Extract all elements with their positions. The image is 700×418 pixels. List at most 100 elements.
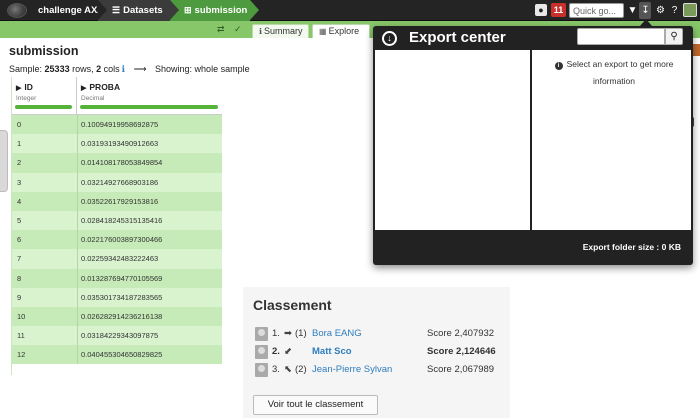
export-list[interactable] <box>375 50 530 230</box>
export-info-pane: i Select an export to get more informatio… <box>532 50 691 230</box>
column-name: ID <box>24 82 33 92</box>
table-row[interactable]: 12 0.040455304650829825 <box>12 345 222 365</box>
lineage-icon[interactable]: ⇄ <box>217 24 225 35</box>
table-row[interactable]: 8 0.013287694770105569 <box>12 268 222 288</box>
column-name: PROBA <box>89 82 121 92</box>
info-icon: i <box>554 62 563 70</box>
download-icon[interactable]: ↧ <box>639 3 652 18</box>
view-full-leaderboard-button[interactable]: Voir tout le classement <box>253 395 378 415</box>
cell-id: 0 <box>17 120 22 129</box>
table-row[interactable]: 3 0.03214927668903186 <box>12 172 222 192</box>
sample-rows-count: 25333 <box>44 64 70 74</box>
sample-info-icon[interactable]: ℹ <box>122 64 125 74</box>
arrow-down-left-icon: ⬋ <box>284 346 292 357</box>
table-row[interactable]: 6 0.022176003897300466 <box>12 230 222 250</box>
table-row[interactable]: 11 0.03184229343097875 <box>12 326 222 346</box>
entry-score: Score 2,124646 <box>427 346 496 357</box>
tab-explore[interactable]: ▦ Explore <box>312 24 370 38</box>
cell-proba: 0.014108178053849854 <box>81 158 163 168</box>
cell-proba: 0.02259342483222463 <box>81 254 159 264</box>
leaderboard-entry: 1. ➡ (1) Bora EANG Score 2,407932 <box>255 327 505 343</box>
column-header-proba[interactable]: ▶ PROBA Decimal <box>77 77 222 115</box>
cell-id: 8 <box>17 273 22 283</box>
export-center-title: Export center <box>409 29 506 46</box>
entry-name-link[interactable]: Bora EANG <box>312 328 362 339</box>
entry-name-link[interactable]: Matt Sco <box>312 346 352 357</box>
avatar <box>255 345 268 359</box>
tab-summary-label: Summary <box>264 26 303 36</box>
column-divider <box>77 230 78 250</box>
search-icon[interactable]: ⚲ <box>665 28 683 45</box>
export-search-input[interactable] <box>577 28 665 45</box>
cell-id: 1 <box>17 139 22 149</box>
cell-proba: 0.03522617929153816 <box>81 196 159 206</box>
column-quality-bar <box>80 105 218 109</box>
tab-summary[interactable]: ℹ Summary <box>252 24 309 38</box>
cell-proba: 0.03214927668903186 <box>81 177 159 187</box>
column-divider <box>77 115 78 135</box>
datasets-icon: ☰ <box>112 5 121 15</box>
entry-name-link[interactable]: Jean-Pierre Sylvan <box>312 364 392 375</box>
breadcrumb-datasets[interactable]: ☰ Datasets <box>98 0 176 21</box>
table-row[interactable]: 1 0.03193193490912663 <box>12 134 222 154</box>
arrow-right-icon: ➡ <box>284 328 292 339</box>
cell-proba: 0.03193193490912663 <box>81 139 159 149</box>
cell-proba: 0.10094919958692875 <box>81 120 159 129</box>
table-icon: ▦ <box>319 27 327 36</box>
quick-go-input[interactable] <box>569 3 624 18</box>
breadcrumb-project-label: challenge AXA <box>38 5 105 16</box>
cell-id: 12 <box>17 350 26 360</box>
cell-id: 3 <box>17 177 22 187</box>
column-divider <box>77 287 78 307</box>
table-row[interactable]: 5 0.028418245315135416 <box>12 210 222 231</box>
export-folder-size: Export folder size : 0 KB <box>582 242 681 252</box>
cell-proba: 0.028418245315135416 <box>81 215 163 225</box>
leaderboard-entry: 3. ⬉ (2) Jean-Pierre Sylvan Score 2,0679… <box>255 363 505 379</box>
column-divider <box>77 172 78 192</box>
user-icon[interactable]: ● <box>535 4 547 16</box>
table-row[interactable]: 7 0.02259342483222463 <box>12 249 222 269</box>
sample-rows-suffix: rows, <box>72 64 94 74</box>
entry-rank: 2. <box>272 346 280 357</box>
cell-proba: 0.03184229343097875 <box>81 331 159 341</box>
filter-icon[interactable]: ▼ <box>626 3 639 18</box>
column-divider <box>77 134 78 154</box>
sample-prefix: Sample: <box>9 64 43 74</box>
gear-icon[interactable]: ⚙ <box>654 3 667 18</box>
data-table: ▶ ID Integer ▶ PROBA Decimal 0 0.1009491995… <box>11 77 222 375</box>
table-row[interactable]: 9 0.035301734187283565 <box>12 287 222 307</box>
notifications-badge[interactable]: 11 <box>551 3 566 17</box>
table-body: 0 0.10094919958692875 1 0.03193193490912663… <box>12 115 222 365</box>
cell-id: 2 <box>17 158 22 168</box>
avatar[interactable] <box>683 3 697 17</box>
column-divider <box>77 210 78 231</box>
column-type: Decimal <box>81 95 105 102</box>
help-icon[interactable]: ? <box>668 3 681 18</box>
table-row[interactable]: 4 0.03522617929153816 <box>12 191 222 211</box>
arrow-up-left-icon: ⬉ <box>284 364 292 375</box>
arrow-right-icon: ⟶ <box>133 64 147 74</box>
breadcrumb-separator <box>250 0 259 20</box>
breadcrumb-dataset[interactable]: ⊞ submission <box>170 0 250 21</box>
column-divider <box>77 268 78 288</box>
table-row[interactable]: 2 0.014108178053849854 <box>12 153 222 173</box>
entry-rank: 1. <box>272 328 280 339</box>
column-header-id[interactable]: ▶ ID Integer <box>12 77 77 115</box>
cell-id: 5 <box>17 215 22 225</box>
export-center-popup: ↓ Export center ⚲ i Select an export to g… <box>373 26 693 265</box>
app-logo-icon[interactable] <box>7 3 27 18</box>
column-divider <box>77 249 78 269</box>
cell-id: 6 <box>17 235 22 245</box>
breadcrumb-dataset-label: submission <box>194 5 248 16</box>
cell-proba: 0.026282914236216138 <box>81 311 163 321</box>
entry-score: Score 2,407932 <box>427 328 495 339</box>
table-row[interactable]: 10 0.026282914236216138 <box>12 306 222 327</box>
entry-score: Score 2,067989 <box>427 364 495 375</box>
panel-resize-handle[interactable] <box>0 130 8 192</box>
column-quality-bar <box>15 105 72 109</box>
table-row[interactable]: 0 0.10094919958692875 <box>12 115 222 135</box>
export-info-message: i Select an export to get more informatio… <box>544 56 684 90</box>
avatar <box>255 363 268 377</box>
check-icon[interactable]: ✓ <box>234 24 242 35</box>
dataset-icon: ⊞ <box>184 5 192 15</box>
